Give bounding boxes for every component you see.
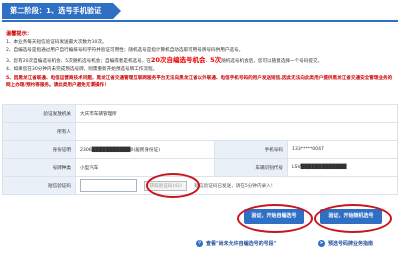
notice-title: 温馨提示： [6, 31, 32, 37]
notice-line-3-a: 3、您有20次自编选号机会、5次随机选号机会；自编或者是机选号，在 [6, 58, 151, 64]
notice-line-3: 3、您有20次自编选号机会、5次随机选号机会；自编或者是机选号，在20次自编选号… [6, 56, 394, 67]
link-business-guide-label: 预选号码牌业务指南 [328, 241, 374, 247]
highlight-circle-random [314, 204, 392, 233]
form-row-owner: 所有人 [2, 122, 398, 141]
dept-label: 验证发放机关 [2, 104, 76, 123]
sms-cell: 获取验证码(42) 短信验证码已发送，请在5分钟内录入！ [75, 176, 398, 195]
link-restricted-segments-label: 查看"尚未允许自编选号的号段" [206, 241, 277, 247]
arrow-right-icon: ➤ [318, 240, 325, 247]
verify-form: 验证发放机关 大庆市车辆管理所 所有人 身份证明 2306███████████… [2, 104, 398, 195]
sms-code-input[interactable] [80, 179, 137, 192]
plate-type-value: 小型汽车 [75, 158, 215, 177]
form-row-plate: 号牌种类 小型汽车 车辆识别代号 LSV█████████████ [2, 158, 398, 177]
id-label: 身份证明 [2, 140, 76, 159]
phone-label: 手机号码 [214, 140, 288, 159]
form-row-dept: 验证发放机关 大庆市车辆管理所 [2, 104, 398, 123]
link-business-guide[interactable]: ➤ 预选号码牌业务指南 [318, 240, 373, 247]
highlight-circle-sms [146, 173, 200, 198]
owner-value [75, 122, 398, 141]
step-divider [2, 20, 398, 22]
sms-sent-note: 短信验证码已发送，请在5分钟内录入！ [194, 184, 276, 189]
highlight-circle-custom [237, 204, 313, 233]
sms-label: 短信验证码 [2, 176, 76, 195]
notice-line-1: 1、本业务每天短信验证码发送最大次数为10次。 [6, 39, 107, 45]
step-header: 第二阶段：1、选号手机验证 [0, 0, 400, 26]
form-row-id: 身份证明 2306███████████0(居民身份证) 手机号码 133***… [2, 140, 398, 159]
step-tab: 第二阶段：1、选号手机验证 [2, 3, 122, 19]
notice-line-5: 5、因黑龙江省联通、电信运营商技术问题，黑龙江省交通管理互联网服务平台无法向黑龙… [6, 75, 393, 89]
id-value: 2306███████████0(居民身份证) [75, 140, 215, 159]
notice-box: 温馨提示： 1、本业务每天短信验证码发送最大次数为10次。 2、自编选号是指通过… [6, 30, 394, 90]
phone-value: 133*****0047 [287, 140, 398, 159]
notice-line-3-e: 随机选号机会后，您可以随意选择一个号码提交。 [221, 58, 323, 64]
notice-line-4: 4、如果您在30分钟内未完成预选号牌，则需重新开始预选号牌工作流程。 [6, 67, 158, 72]
notice-line-3-d: 5次 [210, 55, 222, 64]
notice-line-3-b: 20次自编选号机会 [150, 55, 206, 64]
plate-type-label: 号牌种类 [2, 158, 76, 177]
dept-value: 大庆市车辆管理所 [75, 104, 398, 123]
owner-label: 所有人 [2, 122, 76, 141]
vin-label: 车辆识别代号 [214, 158, 288, 177]
vin-value: LSV█████████████ [287, 158, 398, 177]
notice-line-2: 2、自编选号是指通过用户自行编排号码字符并验证可用性；随机选号是指计算机自动选取… [6, 48, 244, 53]
form-row-sms: 短信验证码 获取验证码(42) 短信验证码已发送，请在5分钟内录入！ [2, 176, 398, 195]
search-icon: ⚲ [196, 240, 203, 247]
link-restricted-segments[interactable]: ⚲ 查看"尚未允许自编选号的号段" [196, 240, 276, 247]
